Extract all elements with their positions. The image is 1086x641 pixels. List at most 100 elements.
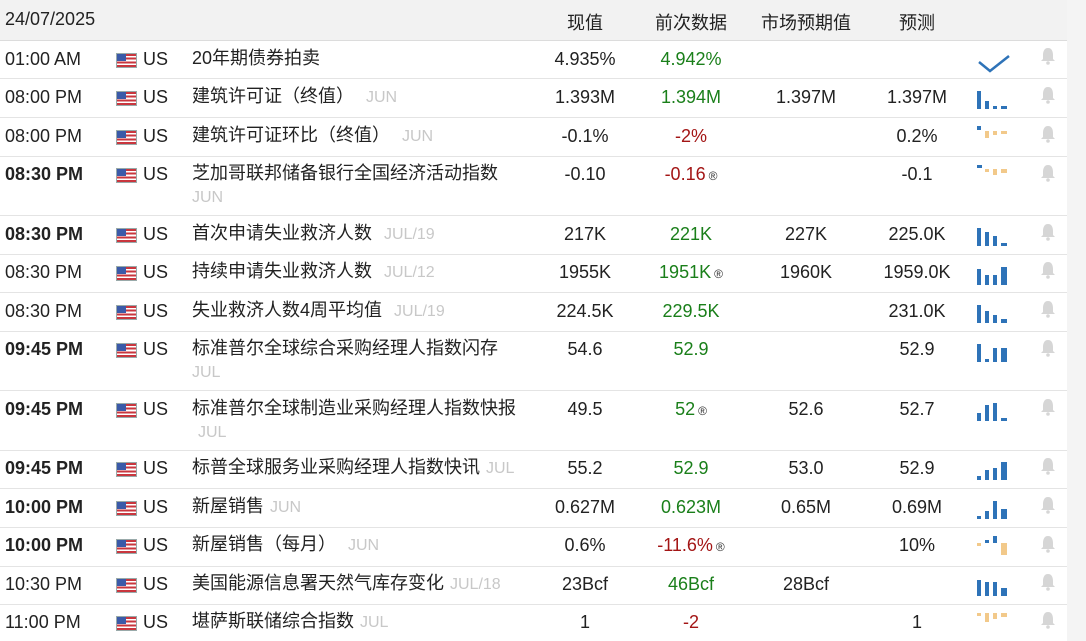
event-time: 08:00 PM bbox=[5, 126, 83, 146]
event-title: 首次申请失业救济人数 bbox=[192, 223, 372, 243]
event-name[interactable]: 首次申请失业救济人数 JUL/19 bbox=[192, 222, 532, 246]
bar-sparkline bbox=[977, 165, 1007, 175]
table-row[interactable]: 10:30 PM US 美国能源信息署天然气库存变化 JUL/18 23Bcf 4… bbox=[0, 567, 1067, 605]
event-name[interactable]: 失业救济人数4周平均值 JUL/19 bbox=[192, 299, 532, 323]
table-row[interactable]: 08:30 PM US 失业救济人数4周平均值 JUL/19 224.5K 229… bbox=[0, 293, 1067, 332]
bar-sparkline bbox=[977, 613, 1007, 622]
event-time: 08:00 PM bbox=[5, 87, 83, 107]
bell-icon[interactable] bbox=[1040, 535, 1056, 553]
event-title: 建筑许可证（终值） bbox=[192, 86, 354, 106]
actual-value: 23Bcf bbox=[561, 574, 609, 594]
table-row[interactable]: 10:00 PM US 新屋销售（每月） JUN 0.6% -11.6% ® 10% bbox=[0, 528, 1067, 567]
bell-icon[interactable] bbox=[1040, 164, 1056, 182]
event-name[interactable]: 新屋销售 JUN bbox=[192, 495, 532, 519]
actual-value: 55.2 bbox=[567, 458, 603, 478]
bell-icon[interactable] bbox=[1040, 223, 1056, 241]
bar-sparkline bbox=[977, 536, 1007, 555]
scrollbar-track[interactable] bbox=[1067, 0, 1086, 641]
bell-icon[interactable] bbox=[1040, 261, 1056, 279]
us-flag-icon bbox=[116, 266, 137, 281]
header-date: 24/07/2025 bbox=[5, 9, 96, 29]
event-period: JUN bbox=[366, 89, 398, 106]
table-row[interactable]: 10:00 PM US 新屋销售 JUN 0.627M 0.623M 0.65M … bbox=[0, 489, 1067, 528]
check-icon bbox=[978, 55, 1010, 73]
bell-icon[interactable] bbox=[1040, 573, 1056, 591]
consensus-value: 1.397M bbox=[775, 87, 837, 107]
previous-value: 52 ® bbox=[636, 399, 746, 420]
forecast-value: 52.9 bbox=[899, 339, 935, 359]
us-flag-icon bbox=[116, 305, 137, 320]
bar-sparkline bbox=[977, 267, 1007, 285]
event-name[interactable]: 标准普尔全球综合采购经理人指数闪存 JUL bbox=[192, 337, 532, 384]
revised-icon[interactable]: ® bbox=[714, 267, 723, 281]
event-period: JUL/19 bbox=[384, 226, 435, 243]
event-time: 09:45 PM bbox=[5, 399, 84, 419]
table-row[interactable]: 08:30 PM US 持续申请失业救济人数 JUL/12 1955K 1951K… bbox=[0, 255, 1067, 293]
event-time: 08:30 PM bbox=[5, 262, 83, 282]
event-time: 09:45 PM bbox=[5, 339, 84, 359]
us-flag-icon bbox=[116, 539, 137, 554]
previous-value: 1951K ® bbox=[636, 262, 746, 283]
table-row[interactable]: 11:00 PM US 堪萨斯联储综合指数 JUL 1 -2 1 bbox=[0, 605, 1067, 641]
bell-icon[interactable] bbox=[1040, 398, 1056, 416]
previous-value: 221K bbox=[669, 224, 713, 244]
header-actual[interactable]: 现值 bbox=[567, 9, 603, 35]
event-name[interactable]: 持续申请失业救济人数 JUL/12 bbox=[192, 260, 532, 284]
table-row[interactable]: 09:45 PM US 标普全球服务业采购经理人指数快讯 JUL 55.2 52.… bbox=[0, 451, 1067, 489]
forecast-value: 10% bbox=[898, 535, 936, 555]
event-name[interactable]: 标普全球服务业采购经理人指数快讯 JUL bbox=[192, 456, 532, 480]
event-name[interactable]: 建筑许可证（终值） JUN bbox=[192, 85, 532, 109]
bell-icon[interactable] bbox=[1040, 300, 1056, 318]
table-row[interactable]: 01:00 AM US 20年期债券拍卖 4.935% 4.942% bbox=[0, 40, 1067, 79]
country-code: US bbox=[143, 497, 169, 517]
revised-icon[interactable]: ® bbox=[709, 169, 718, 183]
event-name[interactable]: 堪萨斯联储综合指数 JUL bbox=[192, 610, 532, 634]
event-time: 08:30 PM bbox=[5, 164, 84, 184]
table-row[interactable]: 08:00 PM US 建筑许可证环比（终值） JUN -0.1% -2% 0.2… bbox=[0, 118, 1067, 157]
actual-value: 1955K bbox=[558, 262, 612, 282]
event-name[interactable]: 建筑许可证环比（终值） JUN bbox=[192, 124, 532, 148]
table-row[interactable]: 08:00 PM US 建筑许可证（终值） JUN 1.393M 1.394M 1… bbox=[0, 79, 1067, 118]
event-title: 新屋销售（每月） bbox=[192, 534, 336, 554]
us-flag-icon bbox=[116, 403, 137, 418]
country-code: US bbox=[143, 87, 169, 107]
bell-icon[interactable] bbox=[1040, 47, 1056, 65]
bell-icon[interactable] bbox=[1040, 86, 1056, 104]
header-forecast[interactable]: 预测 bbox=[899, 9, 935, 35]
header-previous[interactable]: 前次数据 bbox=[655, 9, 727, 35]
event-title: 失业救济人数4周平均值 bbox=[192, 300, 383, 320]
table-row[interactable]: 08:30 PM US 首次申请失业救济人数 JUL/19 217K 221K 2… bbox=[0, 216, 1067, 255]
bell-icon[interactable] bbox=[1040, 457, 1056, 475]
event-name[interactable]: 标准普尔全球制造业采购经理人指数快报 JUL bbox=[192, 397, 522, 444]
table-row[interactable]: 09:45 PM US 标准普尔全球综合采购经理人指数闪存 JUL 54.6 52… bbox=[0, 332, 1067, 391]
bell-icon[interactable] bbox=[1040, 496, 1056, 514]
header-consensus[interactable]: 市场预期值 bbox=[761, 9, 851, 35]
event-name[interactable]: 20年期债券拍卖 bbox=[192, 47, 532, 70]
forecast-value: 1 bbox=[911, 612, 922, 632]
table-row[interactable]: 08:30 PM US 芝加哥联邦储备银行全国经济活动指数 JUN -0.10 -… bbox=[0, 157, 1067, 216]
event-time: 10:00 PM bbox=[5, 535, 84, 555]
table-row[interactable]: 09:45 PM US 标准普尔全球制造业采购经理人指数快报 JUL 49.5 5… bbox=[0, 391, 1067, 451]
event-title: 堪萨斯联储综合指数 bbox=[192, 611, 354, 631]
event-time: 09:45 PM bbox=[5, 458, 84, 478]
consensus-value: 28Bcf bbox=[782, 574, 830, 594]
revised-icon[interactable]: ® bbox=[698, 404, 707, 418]
bell-icon[interactable] bbox=[1040, 339, 1056, 357]
us-flag-icon bbox=[116, 501, 137, 516]
event-name[interactable]: 美国能源信息署天然气库存变化 JUL/18 bbox=[192, 572, 532, 596]
consensus-value: 52.6 bbox=[788, 399, 824, 419]
consensus-value: 53.0 bbox=[788, 458, 824, 478]
event-period: JUL/12 bbox=[384, 264, 435, 281]
us-flag-icon bbox=[116, 130, 137, 145]
event-name[interactable]: 芝加哥联邦储备银行全国经济活动指数 JUN bbox=[192, 162, 532, 209]
bell-icon[interactable] bbox=[1040, 125, 1056, 143]
bell-icon[interactable] bbox=[1040, 611, 1056, 629]
us-flag-icon bbox=[116, 462, 137, 477]
forecast-value: 0.2% bbox=[896, 126, 938, 146]
forecast-value: 225.0K bbox=[888, 224, 946, 244]
bar-sparkline bbox=[977, 403, 1007, 421]
event-period: JUN bbox=[402, 128, 434, 145]
us-flag-icon bbox=[116, 343, 137, 358]
event-name[interactable]: 新屋销售（每月） JUN bbox=[192, 533, 532, 557]
revised-icon[interactable]: ® bbox=[716, 540, 725, 554]
